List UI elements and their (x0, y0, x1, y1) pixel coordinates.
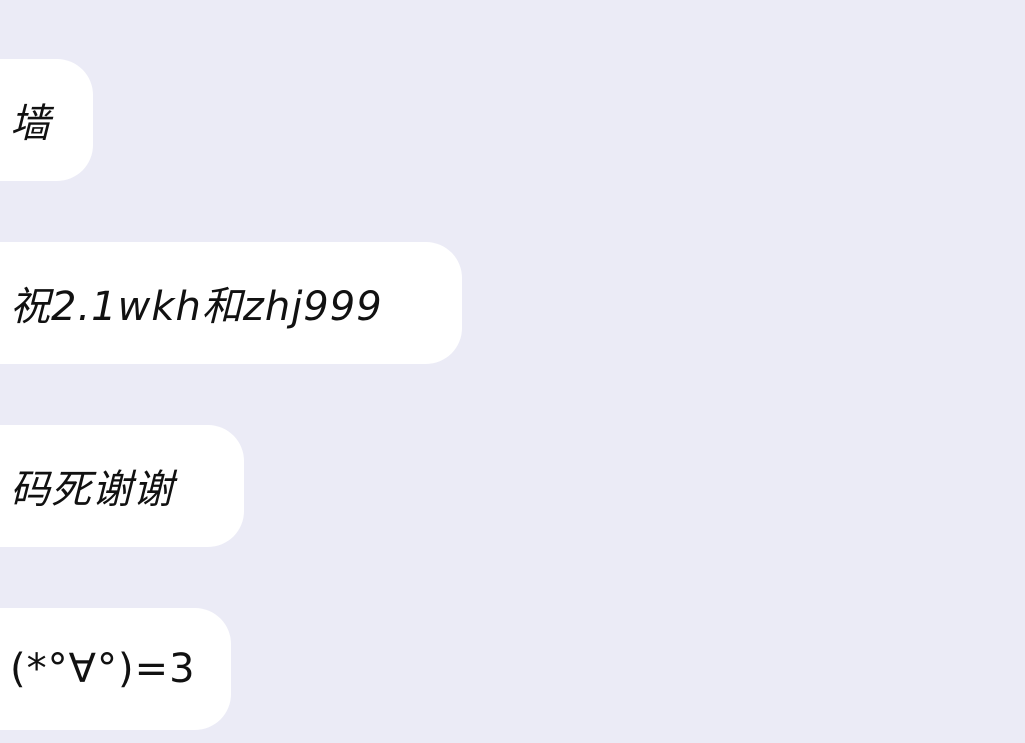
message-text: 祝2.1wkh和zhj999 (10, 284, 383, 330)
message-text: (*°∀°)=3 (10, 646, 196, 692)
message-bubble[interactable]: 祝2.1wkh和zhj999 (0, 242, 462, 364)
message-bubble[interactable]: 码死谢谢 (0, 425, 244, 547)
chat-thread: 墙 祝2.1wkh和zhj999 码死谢谢 (*°∀°)=3 (0, 0, 1025, 743)
message-text: 墙 (10, 101, 51, 147)
message-bubble[interactable]: (*°∀°)=3 (0, 608, 231, 730)
message-text: 码死谢谢 (10, 467, 174, 513)
message-bubble[interactable]: 墙 (0, 59, 93, 181)
